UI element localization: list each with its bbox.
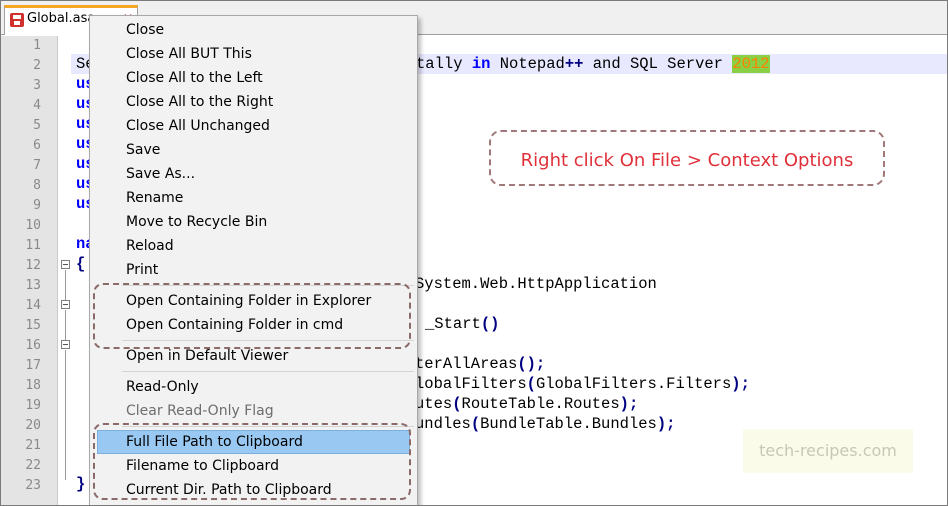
line-number: 19: [25, 398, 41, 413]
code-line-12: {: [76, 255, 86, 273]
menu-item-open-folder-cmd[interactable]: Open Containing Folder in cmd: [90, 314, 417, 338]
code-line-15: _Start(): [425, 315, 500, 333]
menu-separator: [122, 426, 414, 427]
code-line-18: lobalFilters(GlobalFilters.Filters);: [415, 375, 750, 393]
line-number: 7: [33, 158, 41, 173]
watermark: tech-recipes.com: [743, 429, 913, 473]
menu-item-close-all-but-this[interactable]: Close All BUT This: [90, 43, 417, 67]
fold-line: [65, 310, 66, 340]
line-number: 15: [25, 318, 41, 333]
version-number: 2012: [732, 55, 770, 73]
menu-item-open-folder-explorer[interactable]: Open Containing Folder in Explorer: [90, 290, 417, 314]
menu-separator: [122, 340, 414, 341]
menu-item-dir-path-clipboard[interactable]: Current Dir. Path to Clipboard: [90, 479, 417, 503]
line-number: 1: [33, 38, 41, 53]
line-number: 14: [25, 298, 41, 313]
menu-item-close[interactable]: Close: [90, 19, 417, 43]
menu-item-save-as[interactable]: Save As...: [90, 163, 417, 187]
menu-separator: [122, 371, 414, 372]
fold-line: [65, 350, 66, 480]
annotation-callout: Right click On File > Context Options: [489, 130, 885, 186]
code-line-23: }: [76, 475, 86, 493]
fold-toggle-icon[interactable]: [61, 340, 70, 349]
unsaved-file-icon: [10, 13, 24, 27]
line-number: 8: [33, 178, 41, 193]
menu-separator: [122, 285, 414, 286]
line-number-gutter: 1 2 3 4 5 6 7 8 9 10 11 12 13 14 15 16 1…: [1, 36, 58, 505]
menu-item-save[interactable]: Save: [90, 139, 417, 163]
line-number: 10: [25, 218, 41, 233]
fold-toggle-icon[interactable]: [61, 300, 70, 309]
line-number: 2: [33, 58, 41, 73]
menu-item-read-only[interactable]: Read-Only: [90, 376, 417, 400]
menu-item-full-path-clipboard[interactable]: Full File Path to Clipboard: [97, 430, 410, 454]
line-number: 13: [25, 278, 41, 293]
fold-toggle-icon[interactable]: [61, 260, 70, 269]
line-number: 4: [33, 98, 41, 113]
line-number: 22: [25, 458, 41, 473]
line-number: 6: [33, 138, 41, 153]
menu-item-close-all-left[interactable]: Close All to the Left: [90, 67, 417, 91]
line-number: 20: [25, 418, 41, 433]
menu-item-reload[interactable]: Reload: [90, 235, 417, 259]
menu-item-print[interactable]: Print: [90, 259, 417, 283]
line-number: 18: [25, 378, 41, 393]
code-line-13: System.Web.HttpApplication: [415, 275, 657, 293]
menu-item-clear-read-only: Clear Read-Only Flag: [126, 403, 274, 419]
tab-label: Global.asa: [27, 11, 96, 26]
line-number: 16: [25, 338, 41, 353]
menu-item-recycle-bin[interactable]: Move to Recycle Bin: [90, 211, 417, 235]
tab-context-menu: Close Close All BUT This Close All to th…: [89, 15, 418, 505]
code-line-17: terAllAreas();: [415, 355, 546, 373]
code-line-20: undles(BundleTable.Bundles);: [415, 415, 676, 433]
watermark-text: tech-recipes.com: [759, 441, 897, 460]
notepadpp-window: Global.asa ✕ 1 2 3 4 5 6 7 8 9 10 11 12 …: [0, 0, 948, 506]
menu-item-filename-clipboard[interactable]: Filename to Clipboard: [90, 455, 417, 479]
menu-item-close-all-right[interactable]: Close All to the Right: [90, 91, 417, 115]
menu-item-close-all-unchanged[interactable]: Close All Unchanged: [90, 115, 417, 139]
line-number: 21: [25, 438, 41, 453]
annotation-text: Right click On File > Context Options: [520, 150, 854, 171]
line-number: 9: [33, 198, 41, 213]
line-number: 11: [25, 238, 41, 253]
menu-item-rename[interactable]: Rename: [90, 187, 417, 211]
line-number: 5: [33, 118, 41, 133]
line-number: 23: [25, 478, 41, 493]
menu-item-open-default-viewer[interactable]: Open in Default Viewer: [90, 345, 417, 369]
line-number: 3: [33, 78, 41, 93]
code-line-19: utes(RouteTable.Routes);: [415, 395, 639, 413]
line-number: 17: [25, 358, 41, 373]
line-number: 12: [25, 258, 41, 273]
fold-line: [65, 270, 66, 300]
